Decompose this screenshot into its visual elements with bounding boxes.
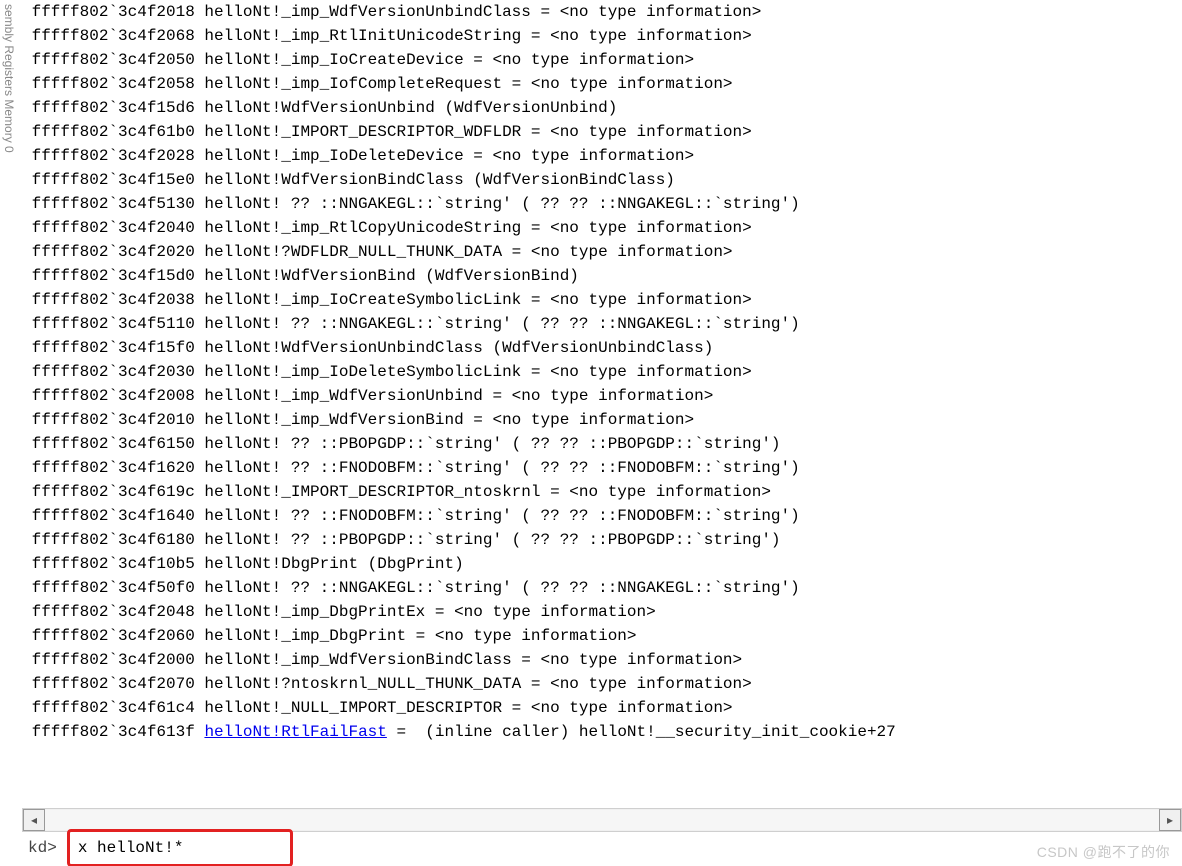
output-line: fffff802`3c4f2060 helloNt!_imp_DbgPrint … bbox=[22, 624, 1182, 648]
output-line: fffff802`3c4f2040 helloNt!_imp_RtlCopyUn… bbox=[22, 216, 1182, 240]
sidebar-vertical-label: sembly Registers Memory 0 bbox=[0, 0, 16, 304]
output-line: fffff802`3c4f2020 helloNt!?WDFLDR_NULL_T… bbox=[22, 240, 1182, 264]
output-line: fffff802`3c4f61b0 helloNt!_IMPORT_DESCRI… bbox=[22, 120, 1182, 144]
scroll-track[interactable] bbox=[45, 810, 1159, 830]
watermark-text: CSDN @跑不了的你 bbox=[1037, 842, 1170, 862]
output-line: fffff802`3c4f6180 helloNt! ?? ::PBOPGDP:… bbox=[22, 528, 1182, 552]
scroll-right-button[interactable]: ▸ bbox=[1159, 809, 1181, 831]
output-line: fffff802`3c4f2018 helloNt!_imp_WdfVersio… bbox=[22, 0, 1182, 24]
output-line: fffff802`3c4f15d0 helloNt!WdfVersionBind… bbox=[22, 264, 1182, 288]
command-prompt-row: kd> bbox=[22, 834, 1182, 862]
output-line: fffff802`3c4f1620 helloNt! ?? ::FNODOBFM… bbox=[22, 456, 1182, 480]
command-input[interactable] bbox=[70, 832, 290, 864]
output-line: fffff802`3c4f15e0 helloNt!WdfVersionBind… bbox=[22, 168, 1182, 192]
output-line: fffff802`3c4f15f0 helloNt!WdfVersionUnbi… bbox=[22, 336, 1182, 360]
output-line: fffff802`3c4f2010 helloNt!_imp_WdfVersio… bbox=[22, 408, 1182, 432]
output-line: fffff802`3c4f5130 helloNt! ?? ::NNGAKEGL… bbox=[22, 192, 1182, 216]
output-line: fffff802`3c4f2030 helloNt!_imp_IoDeleteS… bbox=[22, 360, 1182, 384]
prompt-label: kd> bbox=[22, 839, 63, 857]
symbol-link[interactable]: helloNt!RtlFailFast bbox=[204, 723, 386, 741]
output-line: fffff802`3c4f2048 helloNt!_imp_DbgPrintE… bbox=[22, 600, 1182, 624]
output-line: fffff802`3c4f619c helloNt!_IMPORT_DESCRI… bbox=[22, 480, 1182, 504]
command-output-area[interactable]: fffff802`3c4f2018 helloNt!_imp_WdfVersio… bbox=[22, 0, 1182, 806]
output-line: fffff802`3c4f1640 helloNt! ?? ::FNODOBFM… bbox=[22, 504, 1182, 528]
triangle-left-icon: ◂ bbox=[31, 813, 37, 828]
output-line: fffff802`3c4f5110 helloNt! ?? ::NNGAKEGL… bbox=[22, 312, 1182, 336]
output-line: fffff802`3c4f2028 helloNt!_imp_IoDeleteD… bbox=[22, 144, 1182, 168]
output-line: fffff802`3c4f2070 helloNt!?ntoskrnl_NULL… bbox=[22, 672, 1182, 696]
output-line: fffff802`3c4f50f0 helloNt! ?? ::NNGAKEGL… bbox=[22, 576, 1182, 600]
output-line: fffff802`3c4f613f helloNt!RtlFailFast = … bbox=[22, 720, 1182, 744]
command-input-highlight bbox=[67, 829, 293, 866]
scroll-left-button[interactable]: ◂ bbox=[23, 809, 45, 831]
output-line: fffff802`3c4f2058 helloNt!_imp_IofComple… bbox=[22, 72, 1182, 96]
output-line: fffff802`3c4f15d6 helloNt!WdfVersionUnbi… bbox=[22, 96, 1182, 120]
output-line: fffff802`3c4f2050 helloNt!_imp_IoCreateD… bbox=[22, 48, 1182, 72]
triangle-right-icon: ▸ bbox=[1167, 813, 1173, 828]
output-line: fffff802`3c4f2038 helloNt!_imp_IoCreateS… bbox=[22, 288, 1182, 312]
output-line: fffff802`3c4f10b5 helloNt!DbgPrint (DbgP… bbox=[22, 552, 1182, 576]
output-line: fffff802`3c4f2068 helloNt!_imp_RtlInitUn… bbox=[22, 24, 1182, 48]
output-line: fffff802`3c4f6150 helloNt! ?? ::PBOPGDP:… bbox=[22, 432, 1182, 456]
output-line: fffff802`3c4f61c4 helloNt!_NULL_IMPORT_D… bbox=[22, 696, 1182, 720]
output-line: fffff802`3c4f2008 helloNt!_imp_WdfVersio… bbox=[22, 384, 1182, 408]
output-line: fffff802`3c4f2000 helloNt!_imp_WdfVersio… bbox=[22, 648, 1182, 672]
